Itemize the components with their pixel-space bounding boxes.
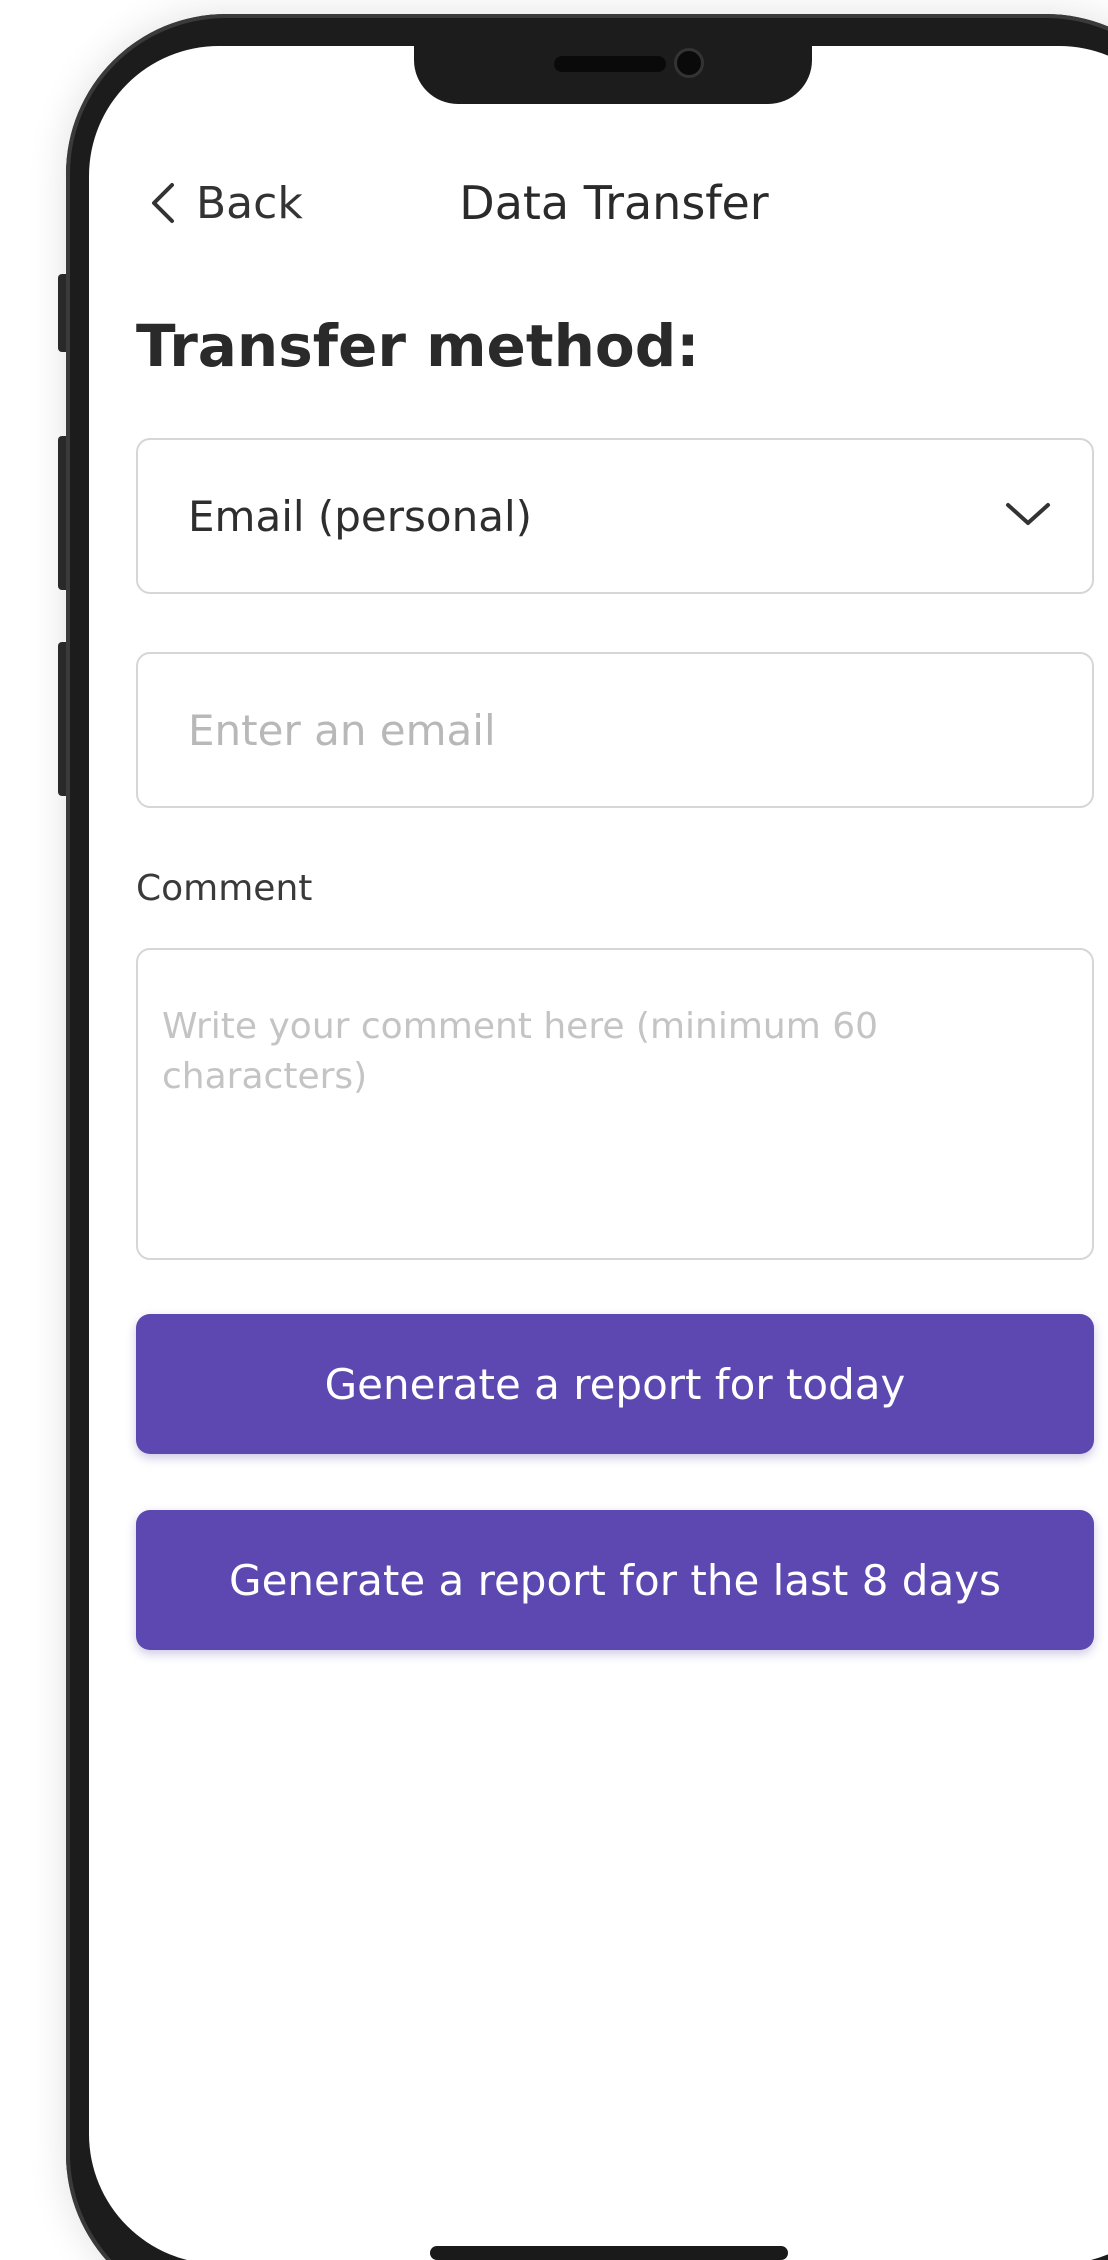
speaker-grille xyxy=(554,56,666,72)
transfer-method-value: Email (personal) xyxy=(188,491,533,541)
home-indicator xyxy=(430,2246,788,2260)
front-camera xyxy=(674,48,704,78)
comment-label: Comment xyxy=(136,868,313,909)
transfer-method-select[interactable]: Email (personal) xyxy=(136,438,1094,594)
generate-report-8-days-button[interactable]: Generate a report for the last 8 days xyxy=(136,1510,1094,1650)
chevron-left-icon xyxy=(148,181,176,225)
page-title: Data Transfer xyxy=(459,176,769,230)
phone-notch xyxy=(414,44,812,104)
back-button[interactable]: Back xyxy=(148,170,303,236)
transfer-method-heading: Transfer method: xyxy=(136,312,700,380)
comment-textarea[interactable] xyxy=(136,948,1094,1260)
chevron-down-icon xyxy=(1004,499,1052,533)
generate-report-today-button[interactable]: Generate a report for today xyxy=(136,1314,1094,1454)
device-canvas: Back Data Transfer Transfer method: Emai… xyxy=(0,0,1108,2260)
back-label: Back xyxy=(196,177,303,229)
email-input[interactable] xyxy=(136,652,1094,808)
